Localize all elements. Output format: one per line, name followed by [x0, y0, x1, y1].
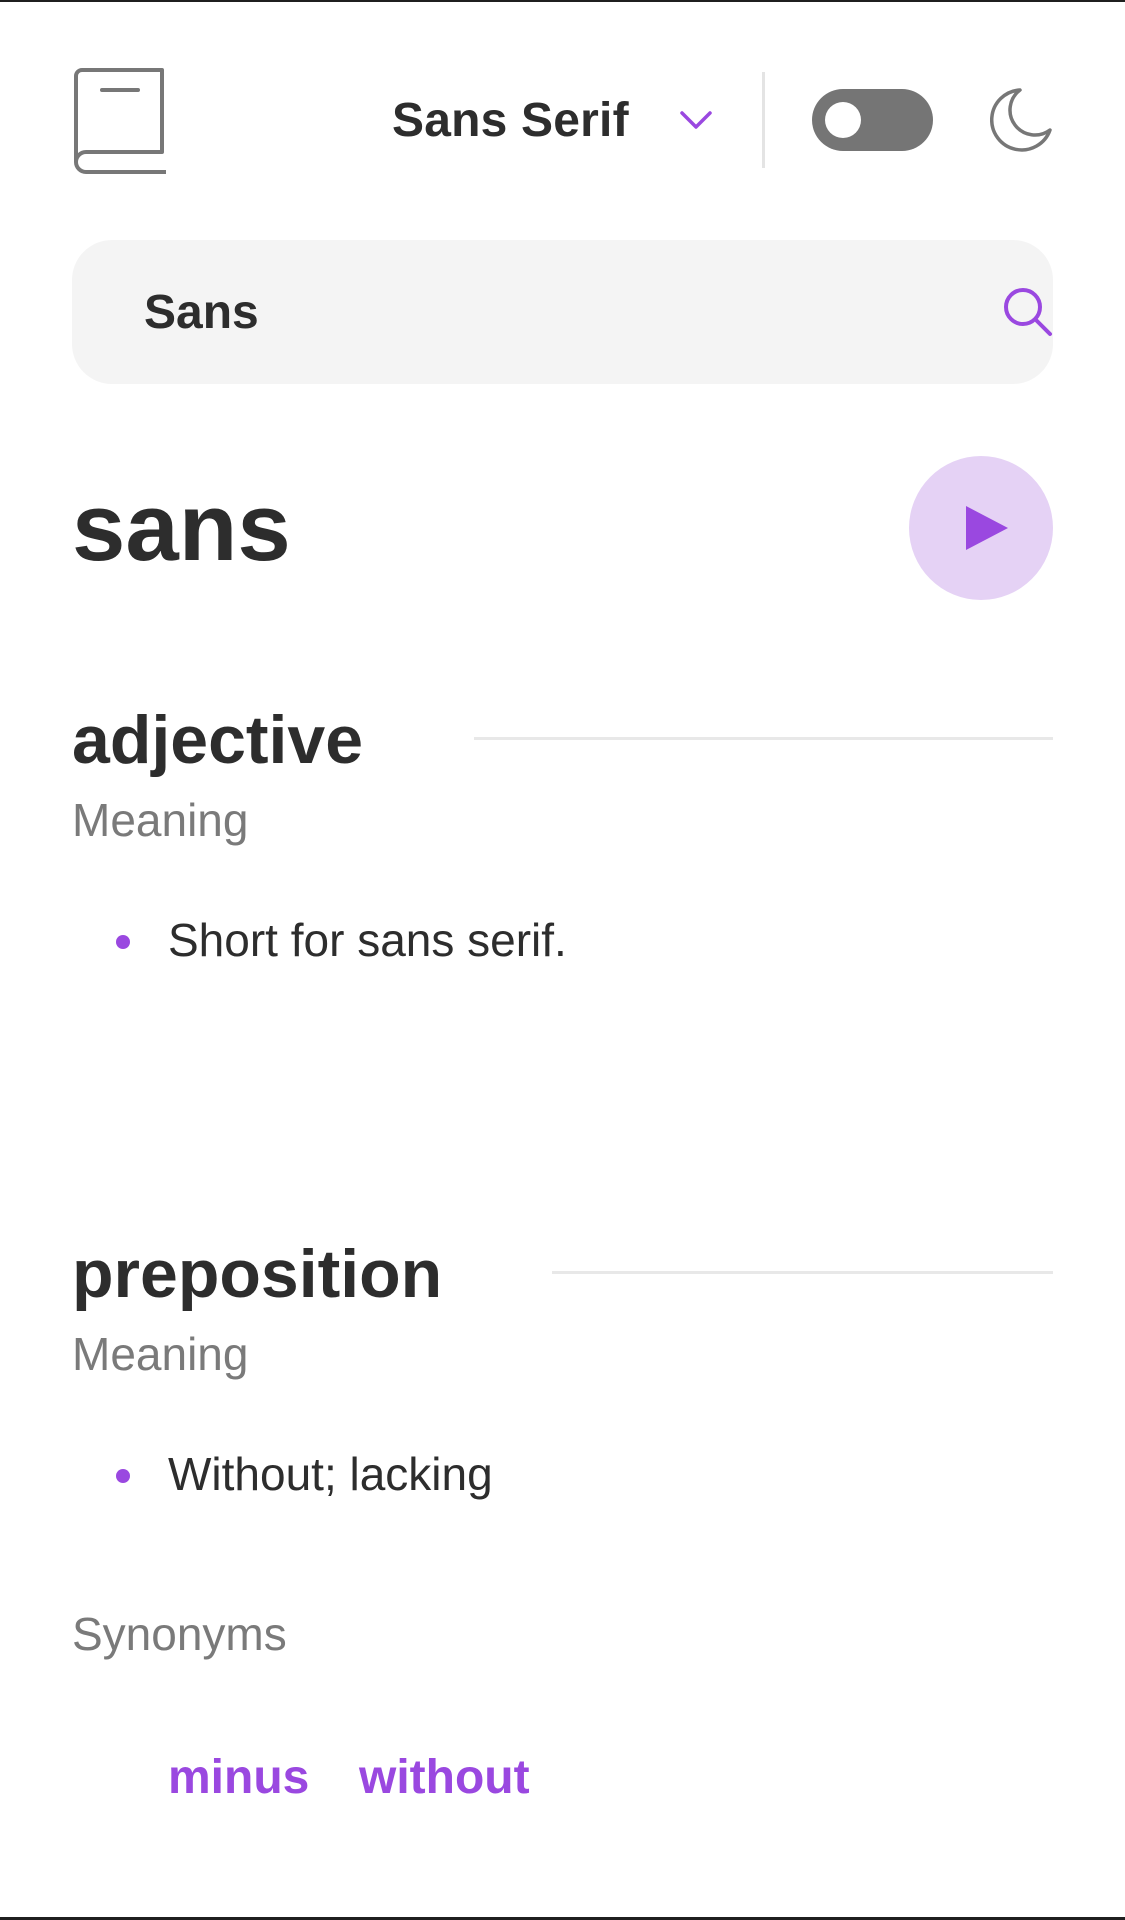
part-of-speech-heading: preposition [72, 1236, 443, 1312]
book-icon[interactable] [72, 66, 168, 174]
font-family-dropdown[interactable]: Sans Serif [392, 88, 713, 152]
header-divider [762, 72, 765, 168]
toggle-knob [825, 102, 861, 138]
play-pronunciation-button[interactable] [909, 456, 1053, 600]
meaning-label: Meaning [72, 794, 249, 846]
top-border [0, 0, 1125, 2]
search-input[interactable] [144, 272, 904, 352]
synonym-link[interactable]: minus [168, 1748, 309, 1808]
synonym-link[interactable]: without [359, 1748, 530, 1808]
word-title: sans [72, 474, 291, 581]
list-bullet [116, 1469, 130, 1483]
search-bar [72, 240, 1053, 384]
chevron-down-icon [680, 111, 712, 129]
meaning-label: Meaning [72, 1328, 249, 1380]
definition-item: Short for sans serif. [168, 914, 567, 966]
synonyms-label: Synonyms [72, 1608, 287, 1660]
play-icon [966, 506, 1008, 550]
moon-icon[interactable] [990, 86, 1054, 152]
theme-toggle[interactable] [812, 89, 933, 151]
part-of-speech-heading: adjective [72, 702, 364, 778]
section-divider [474, 737, 1053, 740]
font-family-label: Sans Serif [392, 93, 629, 147]
section-divider [552, 1271, 1053, 1274]
definition-item: Without; lacking [168, 1448, 493, 1500]
list-bullet [116, 935, 130, 949]
search-icon[interactable] [1002, 286, 1054, 338]
